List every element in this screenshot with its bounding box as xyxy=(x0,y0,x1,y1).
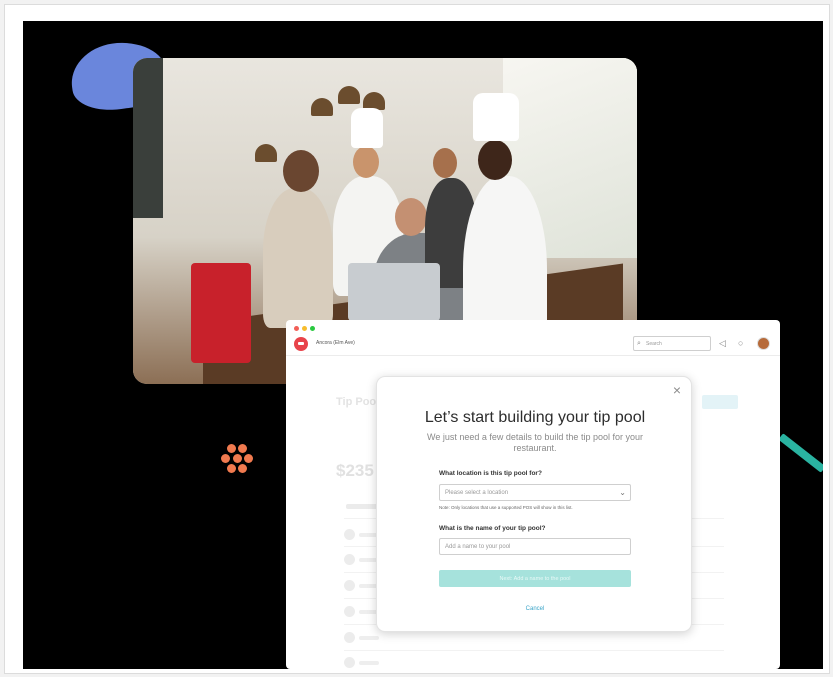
minimize-window-icon[interactable] xyxy=(302,326,307,331)
close-icon[interactable]: × xyxy=(673,383,681,397)
cancel-button[interactable]: Cancel xyxy=(377,606,693,612)
marketing-stage: Ancora (Elm Ave) ⌕ Search ◁ ○ Tip Pool $… xyxy=(23,21,823,669)
avatar[interactable] xyxy=(757,337,770,350)
search-placeholder: Search xyxy=(646,341,662,347)
page-title: Tip Pool xyxy=(336,396,380,408)
modal-title: Let’s start building your tip pool xyxy=(424,409,646,426)
megaphone-icon[interactable]: ◁ xyxy=(719,339,726,348)
pool-name-input[interactable]: Add a name to your pool xyxy=(439,538,631,555)
location-select[interactable]: Please select a location ⌄ xyxy=(439,484,631,501)
window-controls xyxy=(294,326,315,331)
modal-subtitle: We just need a few details to build the … xyxy=(427,432,643,453)
screenshot-frame: Ancora (Elm Ave) ⌕ Search ◁ ○ Tip Pool $… xyxy=(4,4,830,674)
create-tip-pool-modal: × Let’s start building your tip pool We … xyxy=(376,376,692,632)
brand-logo-icon[interactable] xyxy=(294,337,308,351)
total-amount: $235 xyxy=(336,461,374,480)
location-name[interactable]: Ancora (Elm Ave) xyxy=(316,340,355,346)
close-window-icon[interactable] xyxy=(294,326,299,331)
chevron-down-icon: ⌄ xyxy=(619,488,626,497)
orange-dots-decoration xyxy=(221,441,261,481)
app-window: Ancora (Elm Ave) ⌕ Search ◁ ○ Tip Pool $… xyxy=(286,320,780,669)
location-select-placeholder: Please select a location xyxy=(445,490,509,496)
search-icon: ⌕ xyxy=(637,340,641,347)
location-note: Note: Only locations that use a supporte… xyxy=(439,505,573,510)
maximize-window-icon[interactable] xyxy=(310,326,315,331)
pool-name-placeholder: Add a name to your pool xyxy=(445,544,511,550)
location-field-label: What location is this tip pool for? xyxy=(439,470,542,477)
pool-name-field-label: What is the name of your tip pool? xyxy=(439,525,546,532)
teal-stroke-decoration xyxy=(778,433,823,473)
background-action-button xyxy=(702,395,738,409)
search-input[interactable]: ⌕ Search xyxy=(633,336,711,351)
chat-icon[interactable]: ○ xyxy=(738,339,743,348)
submit-button[interactable]: Next: Add a name to the pool xyxy=(439,570,631,587)
app-header: Ancora (Elm Ave) ⌕ Search ◁ ○ xyxy=(286,332,780,356)
